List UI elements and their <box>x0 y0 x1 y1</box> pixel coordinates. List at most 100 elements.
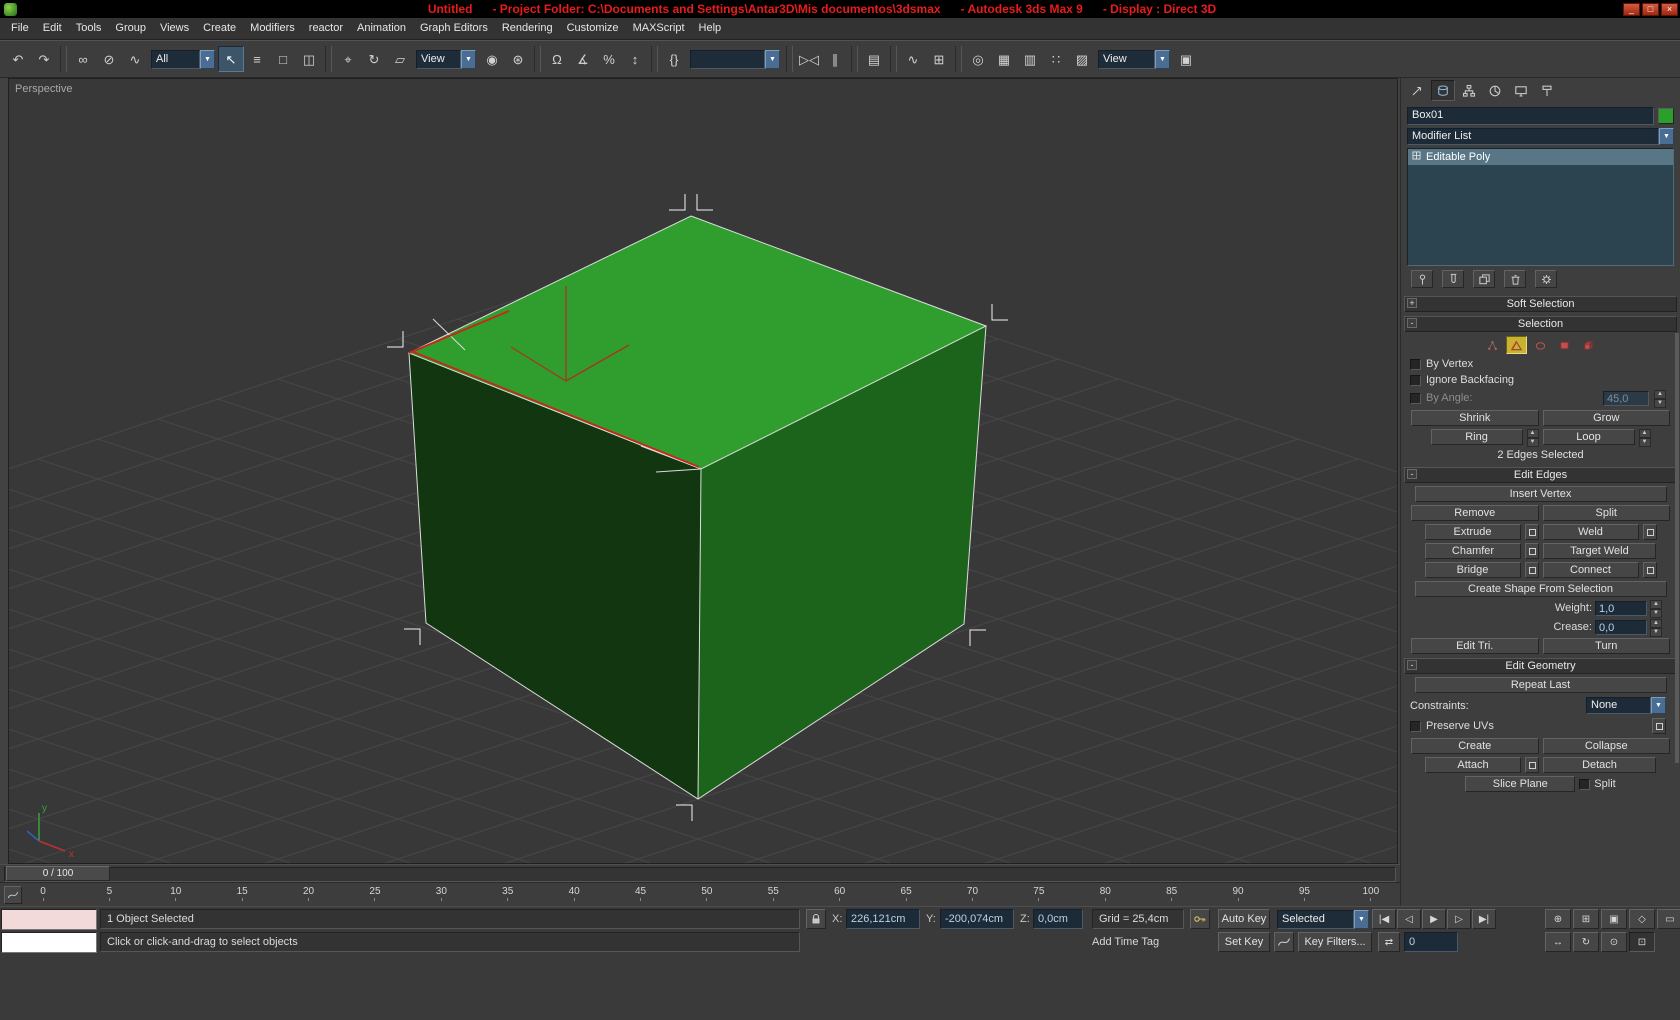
modifier-list-dropdown[interactable]: Modifier List ▼ <box>1407 128 1674 145</box>
unlink-selection-button[interactable]: ⊘ <box>96 46 122 72</box>
weld-button[interactable]: Weld <box>1542 524 1639 540</box>
undo-button[interactable]: ↶ <box>5 46 31 72</box>
polygon-subobject-button[interactable] <box>1554 336 1575 354</box>
render-scene-dialog-button[interactable]: ▦ <box>991 46 1017 72</box>
split-checkbox[interactable] <box>1579 778 1591 790</box>
chevron-down-icon[interactable]: ▼ <box>1659 128 1674 145</box>
snaps-toggle-button[interactable]: Ω <box>544 46 570 72</box>
split-button[interactable]: Split <box>1542 505 1670 521</box>
perspective-viewport[interactable]: Perspective y x <box>8 78 1398 864</box>
select-and-manipulate-button[interactable]: ⊛ <box>505 46 531 72</box>
modifier-stack-item-editable-poly[interactable]: Editable Poly <box>1408 149 1673 165</box>
use-pivot-point-center-button[interactable]: ◉ <box>479 46 505 72</box>
layer-manager-button[interactable]: ▤ <box>861 46 887 72</box>
chevron-down-icon[interactable]: ▼ <box>1651 697 1666 714</box>
material-editor-button[interactable]: ◎ <box>965 46 991 72</box>
percent-snap-toggle[interactable]: % <box>596 46 622 72</box>
collapse-icon[interactable]: - <box>1407 660 1417 670</box>
minimize-button[interactable]: _ <box>1623 2 1640 16</box>
timeline-tick-30[interactable]: 30 <box>428 886 454 901</box>
zoom-button[interactable]: ⊕ <box>1545 909 1571 929</box>
menu-graph-editors[interactable]: Graph Editors <box>413 18 495 39</box>
attach-button[interactable]: Attach <box>1425 757 1521 773</box>
chevron-down-icon[interactable]: ▼ <box>765 49 780 69</box>
timeline-tick-55[interactable]: 55 <box>760 886 786 901</box>
menu-file[interactable]: File <box>4 18 36 39</box>
select-object-button[interactable]: ↖ <box>218 46 244 72</box>
bridge-button[interactable]: Bridge <box>1424 562 1521 578</box>
chevron-down-icon[interactable]: ▼ <box>1354 910 1369 929</box>
angle-snap-toggle[interactable]: ∡ <box>570 46 596 72</box>
by-angle-checkbox[interactable] <box>1410 392 1421 404</box>
create-button[interactable]: Create <box>1411 738 1539 754</box>
crease-field[interactable]: 0,0 <box>1595 619 1647 635</box>
loop-spinner[interactable]: ▲ ▼ <box>1638 429 1651 447</box>
selection-lock-toggle[interactable] <box>806 909 826 929</box>
by-angle-spinner[interactable]: ▲ ▼ <box>1654 390 1666 408</box>
crease-spinner[interactable]: ▲ ▼ <box>1650 619 1662 637</box>
timeline-tick-60[interactable]: 60 <box>827 886 853 901</box>
object-name-field[interactable]: Box01 <box>1407 107 1654 125</box>
chamfer-settings-button[interactable] <box>1525 543 1539 559</box>
timeline-tick-40[interactable]: 40 <box>561 886 587 901</box>
constraints-dropdown[interactable]: None ▼ <box>1586 697 1666 714</box>
by-vertex-checkbox[interactable] <box>1410 358 1421 370</box>
reference-coordinate-system-dropdown[interactable]: View ▼ <box>416 49 476 69</box>
time-slider-track[interactable] <box>4 867 1396 882</box>
object-color-swatch[interactable] <box>1658 108 1674 124</box>
go-to-start-button[interactable]: |◀ <box>1372 909 1396 929</box>
quick-render-options-button[interactable]: ∷ <box>1043 46 1069 72</box>
chevron-down-icon[interactable]: ▼ <box>461 49 476 69</box>
ignore-backfacing-checkbox[interactable] <box>1410 374 1421 386</box>
extrude-button[interactable]: Extrude <box>1424 524 1521 540</box>
timeline-tick-35[interactable]: 35 <box>495 886 521 901</box>
chamfer-button[interactable]: Chamfer <box>1425 543 1521 559</box>
named-selection-sets-dropdown[interactable]: ▼ <box>690 49 780 69</box>
window-crossing-toggle[interactable]: ◫ <box>296 46 322 72</box>
zoom-region-button[interactable]: ▭ <box>1657 909 1680 929</box>
edit-tri-button[interactable]: Edit Tri. <box>1411 638 1539 654</box>
zoom-extents-button[interactable]: ▣ <box>1601 909 1627 929</box>
pan-button[interactable]: ↔ <box>1545 932 1571 952</box>
schematic-view-button[interactable]: ⊞ <box>926 46 952 72</box>
vertex-subobject-button[interactable] <box>1482 336 1503 354</box>
connect-settings-button[interactable] <box>1642 562 1657 578</box>
menu-rendering[interactable]: Rendering <box>495 18 560 39</box>
create-shape-from-selection-button[interactable]: Create Shape From Selection <box>1414 581 1667 597</box>
x-coordinate-field[interactable]: 226,121cm <box>846 909 920 929</box>
display-tab[interactable] <box>1509 80 1533 101</box>
panel-scrollbar[interactable] <box>1675 333 1679 763</box>
select-and-link-button[interactable]: ∞ <box>70 46 96 72</box>
current-frame-field[interactable]: 0 <box>1404 932 1458 952</box>
play-button[interactable]: ▶ <box>1422 909 1446 929</box>
chevron-down-icon[interactable]: ▼ <box>200 49 215 69</box>
timeline-tick-20[interactable]: 20 <box>296 886 322 901</box>
menu-reactor[interactable]: reactor <box>302 18 350 39</box>
select-by-name-button[interactable]: ≡ <box>244 46 270 72</box>
key-mode-toggle-button[interactable]: ⇄ <box>1378 932 1400 952</box>
set-key-button[interactable]: Set Key <box>1218 932 1270 952</box>
loop-button[interactable]: Loop <box>1542 429 1635 445</box>
edit-named-selection-sets-button[interactable]: {} <box>661 46 687 72</box>
open-mini-curve-editor-button[interactable] <box>4 886 22 904</box>
element-subobject-button[interactable] <box>1578 336 1599 354</box>
menu-customize[interactable]: Customize <box>560 18 626 39</box>
mirror-button[interactable]: ▷◁ <box>796 46 822 72</box>
rollout-soft-selection[interactable]: + Soft Selection <box>1404 296 1677 312</box>
render-thumbnail-button[interactable]: ▨ <box>1069 46 1095 72</box>
connect-button[interactable]: Connect <box>1542 562 1639 578</box>
expand-icon[interactable]: + <box>1407 298 1417 308</box>
menu-maxscript[interactable]: MAXScript <box>626 18 692 39</box>
timeline-ruler[interactable]: 0 5 10 15 20 25 30 35 40 45 50 55 60 65 70 75 80 85 90 95 10… <box>0 882 1400 906</box>
timeline-tick-5[interactable]: 5 <box>96 886 122 901</box>
preserve-uvs-settings-button[interactable] <box>1652 718 1666 734</box>
maxscript-mini-listener[interactable] <box>1 932 97 953</box>
titlebar[interactable]: Untitled - Project Folder: C:\Documents … <box>0 0 1680 18</box>
insert-vertex-button[interactable]: Insert Vertex <box>1414 486 1667 502</box>
select-and-move-button[interactable]: ⌖ <box>335 46 361 72</box>
zoom-all-button[interactable]: ⊞ <box>1573 909 1599 929</box>
menu-views[interactable]: Views <box>153 18 196 39</box>
collapse-icon[interactable]: - <box>1407 318 1417 328</box>
menu-group[interactable]: Group <box>108 18 153 39</box>
restore-button[interactable]: □ <box>1642 2 1659 16</box>
